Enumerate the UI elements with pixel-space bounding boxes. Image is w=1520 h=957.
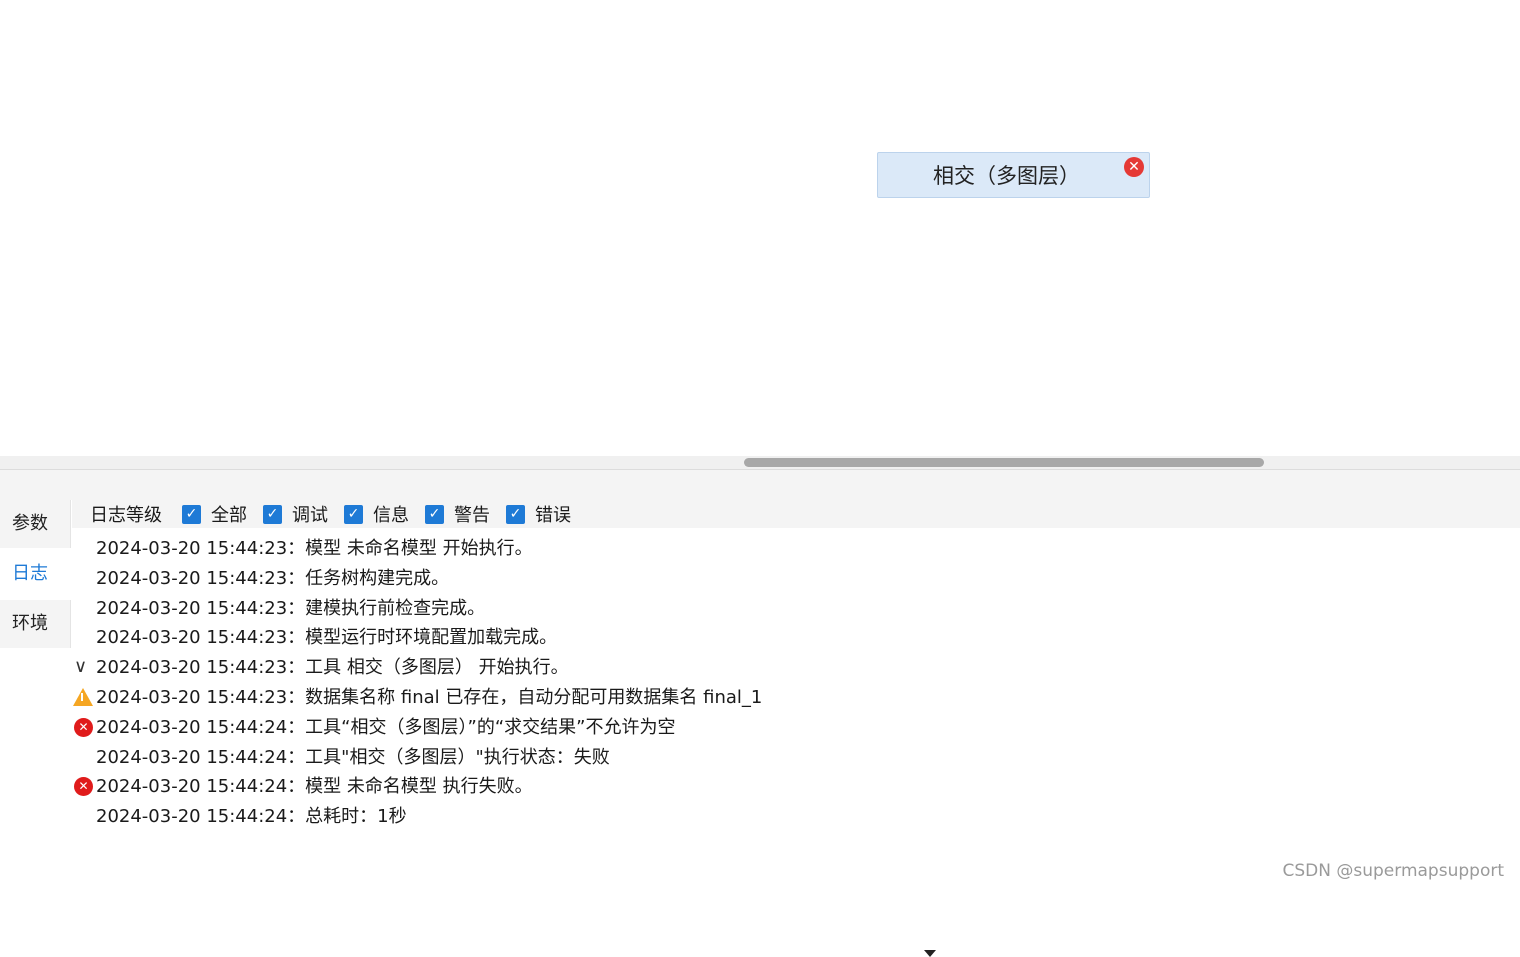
log-text: 2024-03-20 15:44:24：工具“相交（多图层）”的“求交结果”不允… bbox=[96, 716, 676, 738]
filter-info[interactable]: ✓ 信息 bbox=[344, 501, 409, 527]
tab-log[interactable]: 日志 bbox=[0, 550, 71, 598]
filter-label: 调试 bbox=[292, 505, 328, 526]
model-canvas[interactable]: 相交（多图层） ✕ bbox=[0, 0, 1520, 456]
checkbox-checked-icon[interactable]: ✓ bbox=[344, 504, 363, 524]
collapse-arrow-icon[interactable] bbox=[924, 950, 936, 957]
filter-warning[interactable]: ✓ 警告 bbox=[425, 501, 490, 527]
close-icon[interactable]: ✕ bbox=[1124, 157, 1144, 177]
filter-label: 全部 bbox=[211, 505, 247, 526]
filter-label: 警告 bbox=[454, 505, 490, 526]
checkbox-checked-icon[interactable]: ✓ bbox=[263, 504, 282, 524]
filter-label: 错误 bbox=[535, 505, 571, 526]
filter-label: 信息 bbox=[373, 505, 409, 526]
horizontal-scrollbar[interactable] bbox=[0, 456, 1520, 470]
log-text: 2024-03-20 15:44:24：工具"相交（多图层）"执行状态：失败 bbox=[96, 746, 610, 768]
log-text: 2024-03-20 15:44:24：总耗时：1秒 bbox=[96, 806, 407, 828]
error-icon: ✕ bbox=[74, 717, 93, 737]
log-level-filter: 日志等级 ✓ 全部 ✓ 调试 ✓ 信息 ✓ 警告 ✓ 错误 bbox=[72, 500, 1520, 528]
chevron-down-icon[interactable]: ∨ bbox=[74, 657, 93, 676]
log-text: 2024-03-20 15:44:23：工具 相交（多图层） 开始执行。 bbox=[96, 657, 569, 679]
log-level-label: 日志等级 bbox=[90, 505, 162, 526]
tool-node-intersect[interactable]: 相交（多图层） ✕ bbox=[877, 152, 1150, 198]
filter-error[interactable]: ✓ 错误 bbox=[506, 501, 571, 527]
checkbox-checked-icon[interactable]: ✓ bbox=[425, 504, 444, 524]
scrollbar-thumb[interactable] bbox=[744, 458, 1264, 467]
filter-debug[interactable]: ✓ 调试 bbox=[263, 501, 328, 527]
bottom-panel: 参数 日志 环境 日志等级 ✓ 全部 ✓ 调试 ✓ 信息 ✓ 警告 ✓ 错误 2… bbox=[0, 500, 1520, 889]
panel-splitter[interactable] bbox=[0, 470, 1520, 957]
checkbox-checked-icon[interactable]: ✓ bbox=[506, 504, 525, 524]
log-text: 2024-03-20 15:44:23：模型 未命名模型 开始执行。 bbox=[96, 538, 533, 559]
log-text: 2024-03-20 15:44:23：建模执行前检查完成。 bbox=[96, 597, 486, 619]
log-text: 2024-03-20 15:44:23：数据集名称 final 已存在，自动分配… bbox=[96, 686, 763, 708]
log-text: 2024-03-20 15:44:23：模型运行时环境配置加载完成。 bbox=[96, 627, 558, 649]
log-text: 2024-03-20 15:44:24：模型 未命名模型 执行失败。 bbox=[96, 776, 533, 798]
watermark: CSDN @supermapsupport bbox=[1282, 861, 1504, 881]
warning-icon bbox=[73, 687, 93, 706]
error-icon: ✕ bbox=[74, 777, 93, 797]
tab-params[interactable]: 参数 bbox=[0, 500, 71, 548]
filter-all[interactable]: ✓ 全部 bbox=[182, 501, 247, 527]
tool-node-label: 相交（多图层） bbox=[933, 164, 1080, 188]
checkbox-checked-icon[interactable]: ✓ bbox=[182, 504, 201, 524]
warning-mark bbox=[81, 692, 83, 701]
tab-environment[interactable]: 环境 bbox=[0, 600, 71, 648]
side-tabs: 参数 日志 环境 bbox=[0, 500, 72, 650]
log-text: 2024-03-20 15:44:23：任务树构建完成。 bbox=[96, 567, 450, 589]
